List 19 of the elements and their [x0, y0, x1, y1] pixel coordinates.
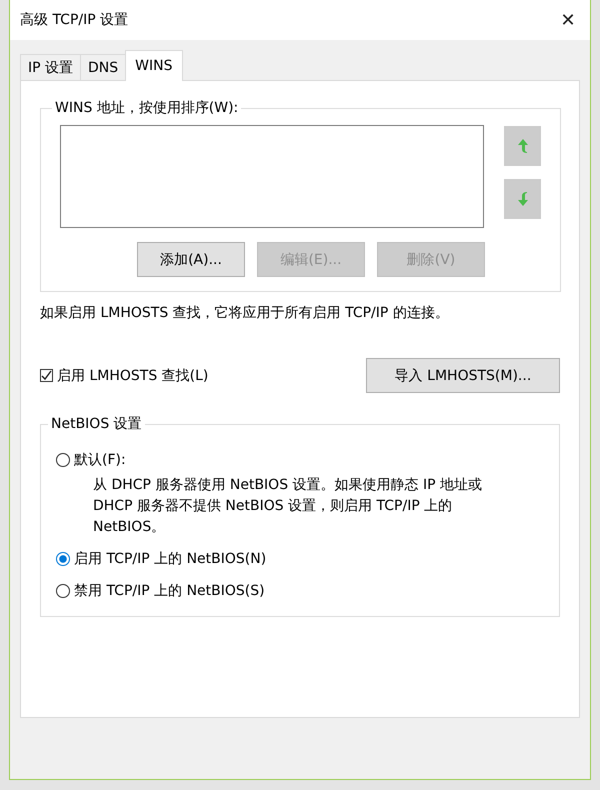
close-button[interactable]: ✕ — [546, 1, 590, 39]
tab[interactable]: WINS — [125, 50, 183, 81]
window-title: 高级 TCP/IP 设置 — [20, 11, 128, 29]
info-text: 如果启用 LMHOSTS 查找，它将应用于所有启用 TCP/IP 的连接。 — [40, 304, 450, 322]
action-button[interactable]: 添加(A)... — [137, 242, 245, 277]
address-list[interactable] — [60, 125, 484, 228]
group-title: NetBIOS 设置 — [50, 415, 143, 433]
radio-option[interactable]: 启用 TCP/IP 上的 NetBIOS(N) — [56, 548, 544, 570]
up-arrow-icon — [516, 138, 528, 154]
radio-option[interactable]: 默认(F): — [56, 449, 544, 471]
tab[interactable]: IP 设置 — [20, 54, 82, 80]
import-button[interactable]: 导入 LMHOSTS(M)... — [366, 358, 560, 393]
lmhosts-checkbox[interactable]: 启用 LMHOSTS 查找(L) — [40, 366, 208, 384]
option-description: 从 DHCP 服务器使用 NetBIOS 设置。如果使用静态 IP 地址或 DHCP 服务器不提供 NetBIOS 设置，则启用 TCP/IP 上的 NetBIOS。 — [93, 476, 484, 537]
move-up-button[interactable] — [504, 126, 541, 166]
down-arrow-icon — [516, 191, 528, 207]
radio-option[interactable]: 禁用 TCP/IP 上的 NetBIOS(S) — [56, 580, 544, 602]
move-down-button[interactable] — [504, 179, 541, 219]
group-title: WINS 地址，按使用排序(W): — [54, 99, 240, 117]
